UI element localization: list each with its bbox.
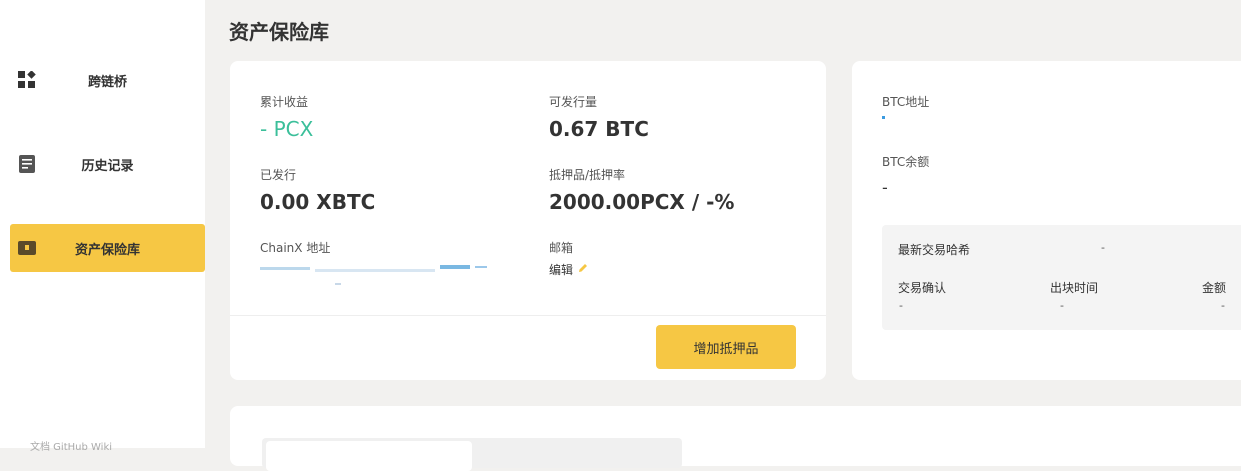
issuable-label: 可发行量 [549, 95, 598, 109]
sidebar-item-bridge[interactable]: 跨链桥 [10, 56, 205, 104]
sidebar-item-label: 历史记录 [81, 158, 134, 174]
latest-tx-value: - [1101, 241, 1105, 254]
pencil-icon [577, 262, 589, 277]
earnings-label: 累计收益 [260, 95, 309, 109]
btc-balance-label: BTC余额 [882, 155, 930, 169]
tab-active[interactable] [266, 441, 472, 471]
issued-label: 已发行 [260, 168, 297, 182]
sidebar-item-label: 跨链桥 [87, 74, 127, 90]
tx-confirm-value: - [899, 299, 903, 312]
block-time-value: - [1060, 299, 1064, 312]
btc-balance-value: - [882, 178, 888, 197]
sidebar-footer[interactable]: 文档 GitHub Wiki [30, 438, 112, 453]
latest-tx-label: 最新交易哈希 [898, 243, 971, 257]
collateral-value: 2000.00PCX / -% [549, 190, 735, 214]
btc-address-label: BTC地址 [882, 95, 930, 109]
email-edit[interactable]: 编辑 [549, 261, 589, 278]
sidebar: 跨链桥 历史记录 资产保险库 文档 GitHub Wiki [0, 0, 205, 453]
edit-label: 编辑 [549, 263, 574, 277]
earnings-value: - PCX [260, 117, 314, 141]
add-collateral-button[interactable]: 增加抵押品 [656, 325, 796, 369]
issued-value: 0.00 XBTC [260, 190, 376, 214]
page-title: 资产保险库 [229, 20, 329, 44]
latest-transaction-box: 最新交易哈希 - 交易确认 - 出块时间 - 金额 - [882, 225, 1241, 330]
block-time-label: 出块时间 [1050, 281, 1099, 295]
bottom-card [230, 406, 1241, 471]
grid-icon [18, 70, 36, 89]
document-icon [18, 155, 36, 173]
divider [230, 315, 826, 316]
btc-address-value [882, 116, 885, 119]
sidebar-item-history[interactable]: 历史记录 [10, 140, 205, 188]
email-label: 邮箱 [549, 241, 574, 255]
btc-info-card: BTC地址 BTC余额 - 最新交易哈希 - 交易确认 - 出块时间 - 金额 … [852, 61, 1241, 380]
chainx-address-label: ChainX 地址 [260, 241, 331, 255]
collateral-label: 抵押品/抵押率 [549, 168, 626, 182]
issuable-value: 0.67 BTC [549, 117, 649, 141]
chainx-address-value [260, 263, 500, 287]
tx-confirm-label: 交易确认 [898, 281, 947, 295]
vault-info-card: 累计收益 - PCX 可发行量 0.67 BTC 已发行 0.00 XBTC 抵… [230, 61, 826, 380]
amount-label: 金额 [1202, 281, 1227, 295]
amount-value: - [1221, 299, 1225, 312]
sidebar-item-vault[interactable]: 资产保险库 [10, 224, 205, 272]
tab-strip [262, 438, 682, 471]
vault-icon [18, 239, 36, 257]
sidebar-item-label: 资产保险库 [74, 242, 140, 258]
